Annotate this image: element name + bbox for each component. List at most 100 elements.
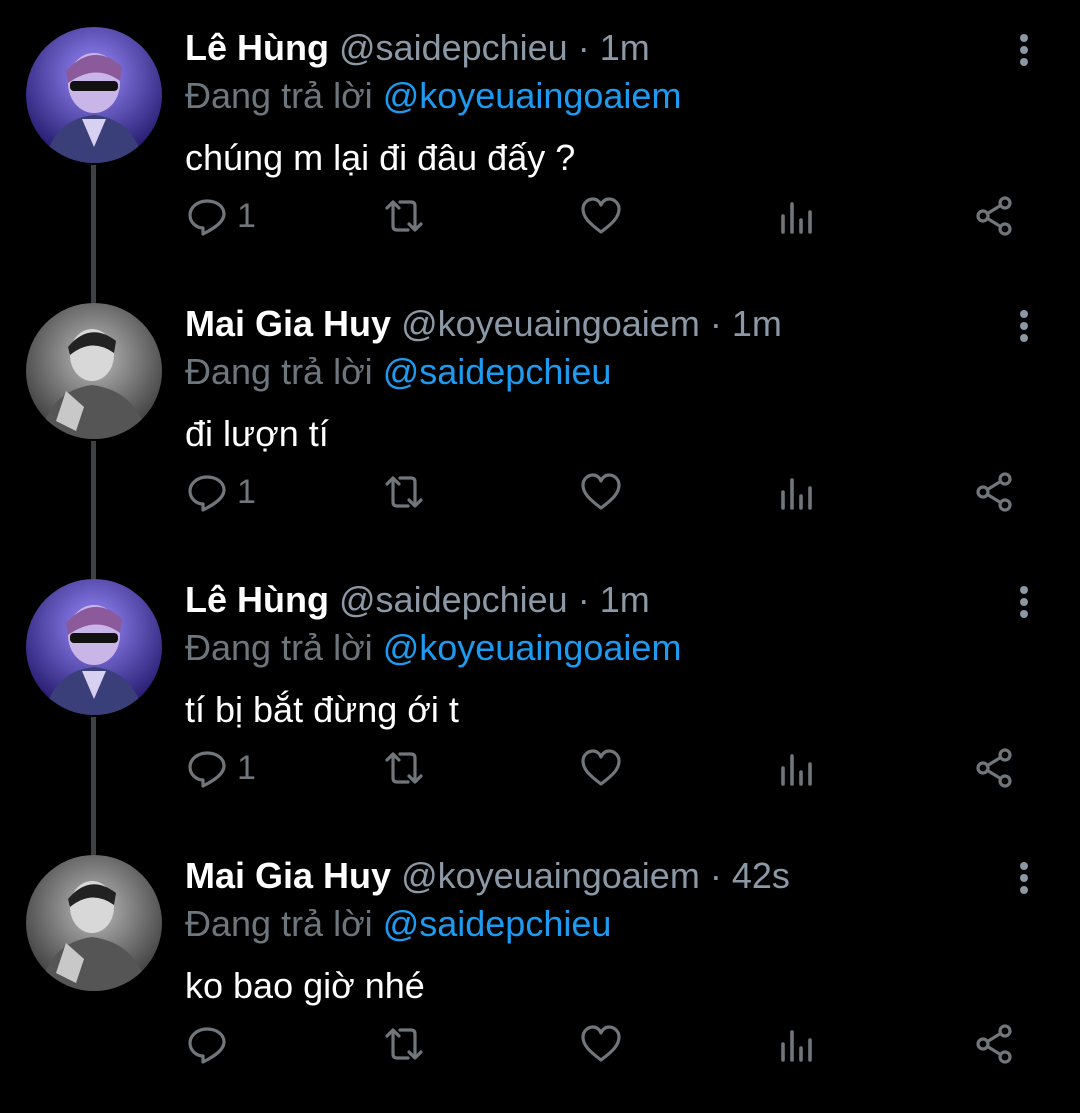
reply-button[interactable]: 1 (185, 190, 256, 242)
heart-icon (581, 1025, 621, 1062)
user-handle[interactable]: @koyeuaingoaiem (401, 855, 700, 896)
mention-link[interactable]: @koyeuaingoaiem (383, 75, 682, 116)
like-button[interactable] (579, 190, 623, 242)
tweet-header: Mai Gia Huy @koyeuaingoaiem · 1m (185, 300, 782, 348)
separator: · (577, 27, 590, 68)
user-handle[interactable]: @koyeuaingoaiem (401, 303, 700, 344)
action-bar: 1 (185, 466, 1045, 518)
share-button[interactable] (973, 1018, 1017, 1070)
action-bar (185, 1018, 1045, 1070)
share-icon (976, 472, 1012, 512)
more-options-button[interactable] (1008, 30, 1040, 70)
reply-count: 1 (237, 472, 256, 511)
tweet-text: đi lượn tí (185, 413, 329, 454)
mention-link[interactable]: @koyeuaingoaiem (383, 627, 682, 668)
like-button[interactable] (579, 1018, 623, 1070)
more-vertical-icon (1020, 310, 1028, 342)
display-name[interactable]: Lê Hùng (185, 27, 329, 68)
reply-button[interactable]: 1 (185, 466, 256, 518)
heart-icon (581, 749, 621, 786)
avatar[interactable] (26, 579, 162, 715)
reply-icon (188, 199, 226, 236)
share-button[interactable] (973, 742, 1017, 794)
views-button[interactable] (777, 1018, 817, 1070)
action-bar: 1 (185, 190, 1045, 242)
separator: · (709, 855, 722, 896)
replying-to: Đang trả lời @koyeuaingoaiem (185, 72, 681, 120)
share-icon (976, 196, 1012, 236)
reply-button[interactable] (185, 1018, 237, 1070)
retweet-button[interactable] (381, 742, 427, 794)
replying-to-label: Đang trả lời (185, 627, 373, 668)
more-options-button[interactable] (1008, 306, 1040, 346)
more-options-button[interactable] (1008, 858, 1040, 898)
retweet-icon (385, 476, 423, 508)
timestamp[interactable]: 1m (600, 579, 650, 620)
like-button[interactable] (579, 742, 623, 794)
reply-thread: Lê Hùng @saidepchieu · 1m Đang trả lời @… (0, 0, 1080, 1113)
replying-to-label: Đang trả lời (185, 903, 373, 944)
display-name[interactable]: Mai Gia Huy (185, 855, 391, 896)
retweet-icon (385, 200, 423, 232)
avatar-grayscale (26, 303, 162, 439)
views-icon (781, 1030, 812, 1062)
share-icon (976, 1024, 1012, 1064)
replying-to-label: Đang trả lời (185, 351, 373, 392)
tweet-header: Lê Hùng @saidepchieu · 1m (185, 24, 650, 72)
mention-link[interactable]: @saidepchieu (383, 351, 612, 392)
separator: · (709, 303, 722, 344)
views-button[interactable] (777, 742, 817, 794)
reply-button[interactable]: 1 (185, 742, 256, 794)
tweet-text: tí bị bắt đừng ới t (185, 689, 459, 730)
replying-to-label: Đang trả lời (185, 75, 373, 116)
timestamp[interactable]: 42s (732, 855, 790, 896)
timestamp[interactable]: 1m (600, 27, 650, 68)
more-vertical-icon (1020, 862, 1028, 894)
reply-icon (188, 475, 226, 512)
views-icon (781, 202, 812, 234)
user-handle[interactable]: @saidepchieu (339, 579, 568, 620)
mention-link[interactable]: @saidepchieu (383, 903, 612, 944)
avatar[interactable] (26, 855, 162, 991)
retweet-icon (385, 752, 423, 784)
avatar-grayscale (26, 855, 162, 991)
tweet-text: ko bao giờ nhé (185, 965, 425, 1006)
heart-icon (581, 473, 621, 510)
more-vertical-icon (1020, 586, 1028, 618)
replying-to: Đang trả lời @koyeuaingoaiem (185, 624, 681, 672)
tweet[interactable]: Lê Hùng @saidepchieu · 1m Đang trả lời @… (0, 552, 1080, 828)
retweet-icon (385, 1028, 423, 1060)
tweet[interactable]: Mai Gia Huy @koyeuaingoaiem · 1m Đang tr… (0, 276, 1080, 552)
retweet-button[interactable] (381, 466, 427, 518)
tweet-text: chúng m lại đi đâu đấy ? (185, 137, 576, 178)
views-button[interactable] (777, 190, 817, 242)
like-button[interactable] (579, 466, 623, 518)
more-options-button[interactable] (1008, 582, 1040, 622)
timestamp[interactable]: 1m (732, 303, 782, 344)
reply-count: 1 (237, 748, 256, 787)
views-icon (781, 754, 812, 786)
retweet-button[interactable] (381, 190, 427, 242)
avatar[interactable] (26, 303, 162, 439)
replying-to: Đang trả lời @saidepchieu (185, 900, 611, 948)
share-button[interactable] (973, 190, 1017, 242)
views-icon (781, 478, 812, 510)
views-button[interactable] (777, 466, 817, 518)
separator: · (577, 579, 590, 620)
display-name[interactable]: Mai Gia Huy (185, 303, 391, 344)
replying-to: Đang trả lời @saidepchieu (185, 348, 611, 396)
reply-icon (188, 1027, 226, 1064)
tweet-header: Lê Hùng @saidepchieu · 1m (185, 576, 650, 624)
reply-count: 1 (237, 196, 256, 235)
display-name[interactable]: Lê Hùng (185, 579, 329, 620)
tweet[interactable]: Mai Gia Huy @koyeuaingoaiem · 42s Đang t… (0, 828, 1080, 1104)
reply-icon (188, 751, 226, 788)
avatar[interactable] (26, 27, 162, 163)
share-icon (976, 748, 1012, 788)
tweet-header: Mai Gia Huy @koyeuaingoaiem · 42s (185, 852, 790, 900)
user-handle[interactable]: @saidepchieu (339, 27, 568, 68)
tweet[interactable]: Lê Hùng @saidepchieu · 1m Đang trả lời @… (0, 0, 1080, 276)
share-button[interactable] (973, 466, 1017, 518)
avatar-purple-sunglasses (26, 579, 162, 715)
retweet-button[interactable] (381, 1018, 427, 1070)
